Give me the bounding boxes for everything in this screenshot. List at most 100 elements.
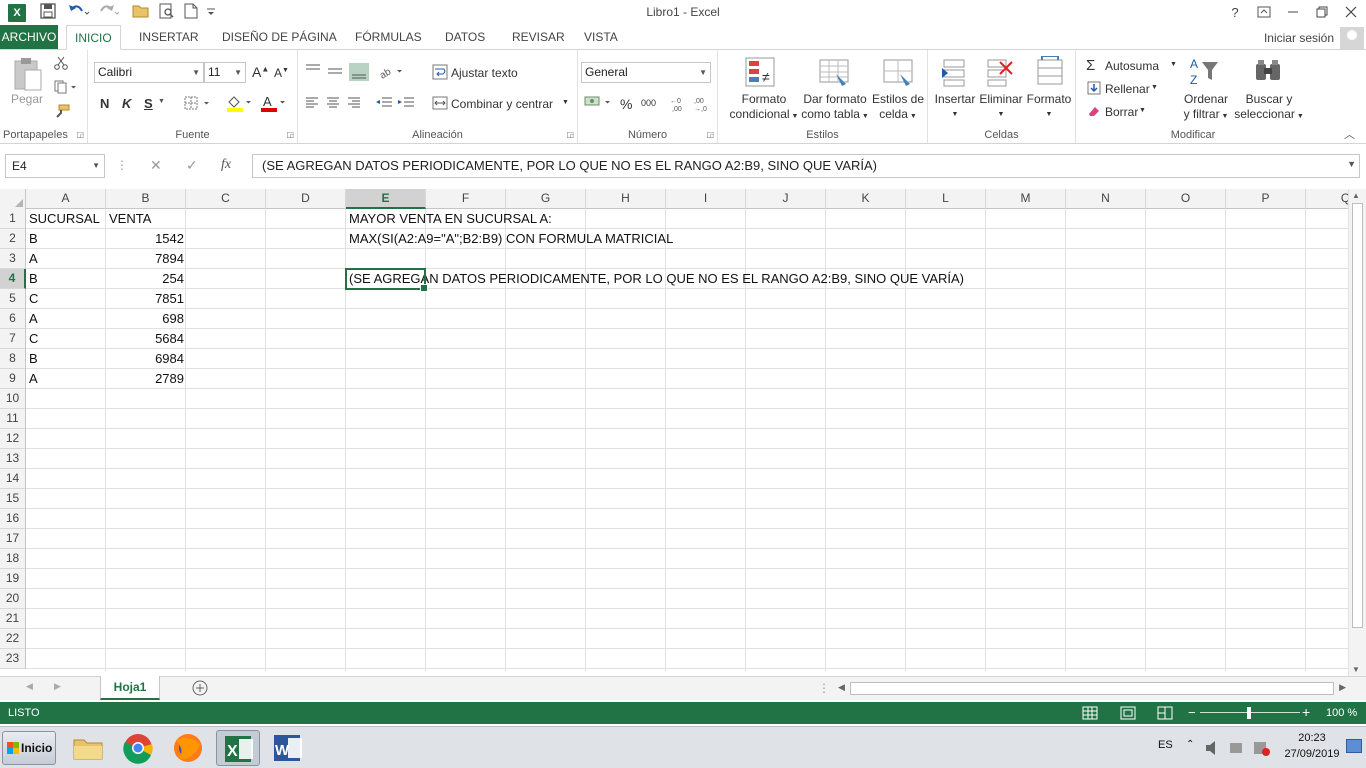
- cell-styles-icon[interactable]: [882, 56, 914, 88]
- clock-time[interactable]: 20:23: [1282, 732, 1342, 744]
- clear-button[interactable]: Borrar: [1105, 105, 1138, 119]
- page-layout-view-icon[interactable]: [1120, 705, 1136, 724]
- cell-a7[interactable]: C: [27, 329, 40, 349]
- fill-dropdown-icon[interactable]: ▼: [1151, 84, 1158, 91]
- merge-dropdown-icon[interactable]: ▼: [562, 99, 569, 106]
- cell-b2[interactable]: 1542: [107, 229, 186, 249]
- new-sheet-icon[interactable]: [192, 680, 208, 699]
- minimize-button[interactable]: [1278, 0, 1308, 25]
- merge-center-button[interactable]: Combinar y centrar: [451, 97, 553, 111]
- column-header-d[interactable]: D: [266, 189, 346, 209]
- formula-input[interactable]: (SE AGREGAN DATOS PERIODICAMENTE, POR LO…: [252, 154, 1360, 178]
- column-header-i[interactable]: I: [666, 189, 746, 209]
- row-header-11[interactable]: 11: [0, 409, 26, 429]
- row-header-18[interactable]: 18: [0, 549, 26, 569]
- column-header-f[interactable]: F: [426, 189, 506, 209]
- tab-formulas[interactable]: FÓRMULAS: [347, 25, 430, 50]
- fill-button[interactable]: Rellenar: [1105, 82, 1150, 96]
- shrink-font-icon[interactable]: A▼: [274, 66, 289, 80]
- paste-button[interactable]: Pegar: [11, 92, 43, 106]
- paste-icon[interactable]: [12, 56, 44, 91]
- tab-split-icon[interactable]: ⋮: [818, 681, 830, 695]
- word-taskbar-icon[interactable]: W: [266, 730, 310, 766]
- indent-icon[interactable]: [374, 96, 418, 113]
- row-header-19[interactable]: 19: [0, 569, 26, 589]
- name-box[interactable]: E4 ▼: [5, 154, 105, 178]
- zoom-level[interactable]: 100 %: [1326, 707, 1357, 719]
- cell-a1[interactable]: SUCURSAL: [27, 209, 102, 229]
- underline-button[interactable]: S: [144, 96, 153, 111]
- alignment-launcher-icon[interactable]: ◲: [566, 130, 574, 139]
- cell-b5[interactable]: 7851: [107, 289, 186, 309]
- cell-b3[interactable]: 7894: [107, 249, 186, 269]
- cell-b7[interactable]: 5684: [107, 329, 186, 349]
- clear-dropdown-icon[interactable]: ▼: [1139, 107, 1146, 114]
- cell-a8[interactable]: B: [27, 349, 40, 369]
- delete-cells-button[interactable]: Eliminar ▼: [976, 92, 1026, 122]
- find-select-button[interactable]: Buscar y seleccionar ▼: [1232, 92, 1306, 124]
- cell-a4[interactable]: B: [27, 269, 40, 289]
- excel-taskbar-icon[interactable]: X: [216, 730, 260, 766]
- column-header-k[interactable]: K: [826, 189, 906, 209]
- tab-vista[interactable]: VISTA: [576, 25, 626, 50]
- row-header-8[interactable]: 8: [0, 349, 26, 369]
- cell-b9[interactable]: 2789: [107, 369, 186, 389]
- cell-e2[interactable]: MAX(SI(A2:A9="A";B2:B9) CON FORMULA MATR…: [347, 229, 675, 249]
- column-header-j[interactable]: J: [746, 189, 826, 209]
- show-desktop-button[interactable]: [1346, 739, 1362, 753]
- autosum-dropdown-icon[interactable]: ▼: [1170, 61, 1177, 68]
- cell-b1[interactable]: VENTA: [107, 209, 153, 229]
- font-name-select[interactable]: Calibri ▼: [94, 62, 204, 83]
- clipboard-launcher-icon[interactable]: ◲: [76, 130, 84, 139]
- tab-diseno-de-pagina[interactable]: DISEÑO DE PÁGINA: [214, 25, 345, 50]
- page-break-view-icon[interactable]: [1157, 705, 1173, 724]
- vertical-scrollbar[interactable]: ▲ ▼: [1348, 189, 1366, 676]
- normal-view-icon[interactable]: [1082, 705, 1098, 724]
- cell-b4[interactable]: 254: [107, 269, 186, 289]
- grow-font-icon[interactable]: A▲: [252, 64, 269, 80]
- column-header-g[interactable]: G: [506, 189, 586, 209]
- row-header-16[interactable]: 16: [0, 509, 26, 529]
- column-header-m[interactable]: M: [986, 189, 1066, 209]
- expand-formula-bar-icon[interactable]: ▼: [1347, 159, 1356, 169]
- cancel-entry-icon[interactable]: ✕: [150, 157, 162, 174]
- next-sheet-icon[interactable]: ▶: [54, 681, 61, 692]
- zoom-out-button[interactable]: −: [1188, 705, 1196, 720]
- cell-e1[interactable]: MAYOR VENTA EN SUCURSAL A:: [347, 209, 554, 229]
- copy-icon[interactable]: [54, 80, 78, 97]
- cell-b6[interactable]: 698: [107, 309, 186, 329]
- column-header-l[interactable]: L: [906, 189, 986, 209]
- row-header-12[interactable]: 12: [0, 429, 26, 449]
- row-header-14[interactable]: 14: [0, 469, 26, 489]
- conditional-format-icon[interactable]: ≠: [744, 56, 776, 88]
- wrap-text-button[interactable]: Ajustar texto: [451, 66, 518, 80]
- column-header-a[interactable]: A: [26, 189, 106, 209]
- format-as-table-icon[interactable]: [818, 56, 850, 88]
- vertical-scroll-thumb[interactable]: [1352, 203, 1363, 628]
- font-launcher-icon[interactable]: ◲: [286, 130, 294, 139]
- fill-color-icon[interactable]: [226, 94, 254, 115]
- row-header-5[interactable]: 5: [0, 289, 26, 309]
- row-header-20[interactable]: 20: [0, 589, 26, 609]
- column-header-q[interactable]: Q: [1306, 189, 1348, 209]
- collapse-ribbon-icon[interactable]: ︿: [1344, 126, 1355, 142]
- close-button[interactable]: [1336, 0, 1366, 25]
- format-cells-button[interactable]: Formato ▼: [1024, 92, 1074, 122]
- cell-styles-button[interactable]: Estilos de celda ▼: [868, 92, 928, 124]
- row-header-10[interactable]: 10: [0, 389, 26, 409]
- wrap-text-icon[interactable]: [432, 64, 448, 83]
- column-header-n[interactable]: N: [1066, 189, 1146, 209]
- cell-a5[interactable]: C: [27, 289, 40, 309]
- column-header-e[interactable]: E: [346, 189, 426, 209]
- row-header-22[interactable]: 22: [0, 629, 26, 649]
- show-hidden-icons[interactable]: ⌃: [1186, 739, 1194, 750]
- confirm-entry-icon[interactable]: ✓: [186, 157, 198, 174]
- column-header-p[interactable]: P: [1226, 189, 1306, 209]
- row-header-2[interactable]: 2: [0, 229, 26, 249]
- restore-button[interactable]: [1307, 0, 1337, 25]
- row-header-21[interactable]: 21: [0, 609, 26, 629]
- insert-cells-icon[interactable]: [938, 56, 970, 88]
- help-button[interactable]: ?: [1220, 0, 1250, 25]
- system-tray-icons[interactable]: [1204, 739, 1274, 760]
- tab-datos[interactable]: DATOS: [437, 25, 493, 50]
